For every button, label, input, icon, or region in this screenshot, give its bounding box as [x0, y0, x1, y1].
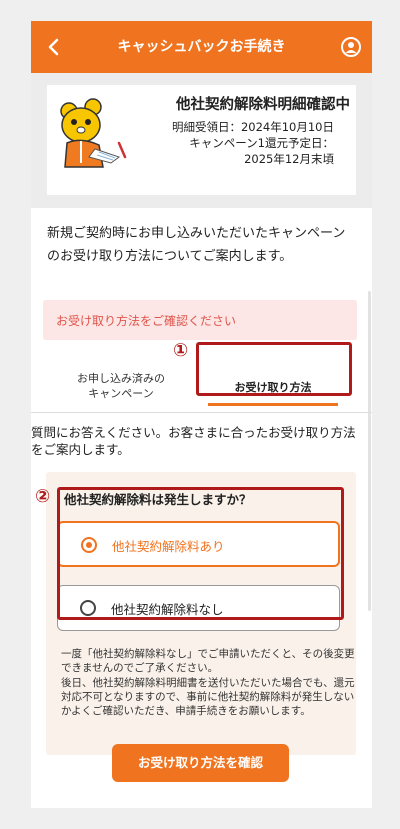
alert-banner: お受け取り方法をご確認ください — [43, 300, 357, 340]
header-title: キャッシュバックお手続き — [117, 39, 286, 55]
active-tab-indicator — [208, 403, 338, 406]
tab-label-line1: お申し込み済みの — [77, 372, 165, 385]
guide-text: 質問にお答えください。お客さまに合ったお受け取り方法をご案内します。 — [31, 425, 356, 457]
refund-schedule-label: キャンペーン1還元予定日： — [189, 136, 334, 150]
notice-line-2: 後日、他社契約解除料明細書を送付いただいた場合でも、還元対応不可となりますので、… — [61, 676, 355, 718]
scrollbar[interactable] — [368, 291, 371, 611]
user-circle-icon — [341, 37, 361, 57]
tab-divider — [31, 412, 372, 413]
status-card: 他社契約解除料明細確認中 明細受領日：2024年10月10日 キャンペーン1還元… — [47, 85, 356, 195]
refund-date: 2025年12月末頃 — [244, 152, 334, 166]
account-button[interactable] — [340, 36, 362, 58]
notice-line-1: 一度「他社契約解除料なし」でご申請いただくと、その後変更できませんのでご了承くだ… — [61, 648, 355, 675]
chevron-left-icon — [48, 38, 59, 56]
annotation-box-2 — [57, 487, 344, 620]
status-title: 他社契約解除料明細確認中 — [176, 97, 350, 113]
app-header: キャッシュバックお手続き — [31, 21, 372, 73]
confirm-receipt-method-button[interactable]: お受け取り方法を確認 — [112, 744, 289, 782]
tab-label-line2: キャンペーン — [88, 387, 154, 400]
phone-screen: キャッシュバックお手続き 他社契約解除料明細確認中 明細受領日：2024年10月… — [31, 21, 372, 808]
receipt-date: 明細受領日：2024年10月10日 — [171, 120, 334, 134]
tab-applied-campaigns[interactable]: お申し込み済みの キャンペーン — [51, 371, 191, 401]
annotation-box-1 — [196, 342, 352, 396]
back-button[interactable] — [41, 34, 67, 60]
status-details: 明細受領日：2024年10月10日 キャンペーン1還元予定日： 2025年12月… — [127, 119, 334, 167]
intro-text: 新規ご契約時にお申し込みいただいたキャンペーンのお受け取り方法についてご案内しま… — [47, 226, 346, 264]
annotation-number-2: ② — [35, 486, 51, 507]
alert-text: お受け取り方法をご確認ください — [56, 314, 237, 328]
notice-text: 一度「他社契約解除料なし」でご申請いただくと、その後変更できませんのでご了承くだ… — [61, 647, 359, 718]
annotation-number-1: ① — [173, 340, 189, 361]
